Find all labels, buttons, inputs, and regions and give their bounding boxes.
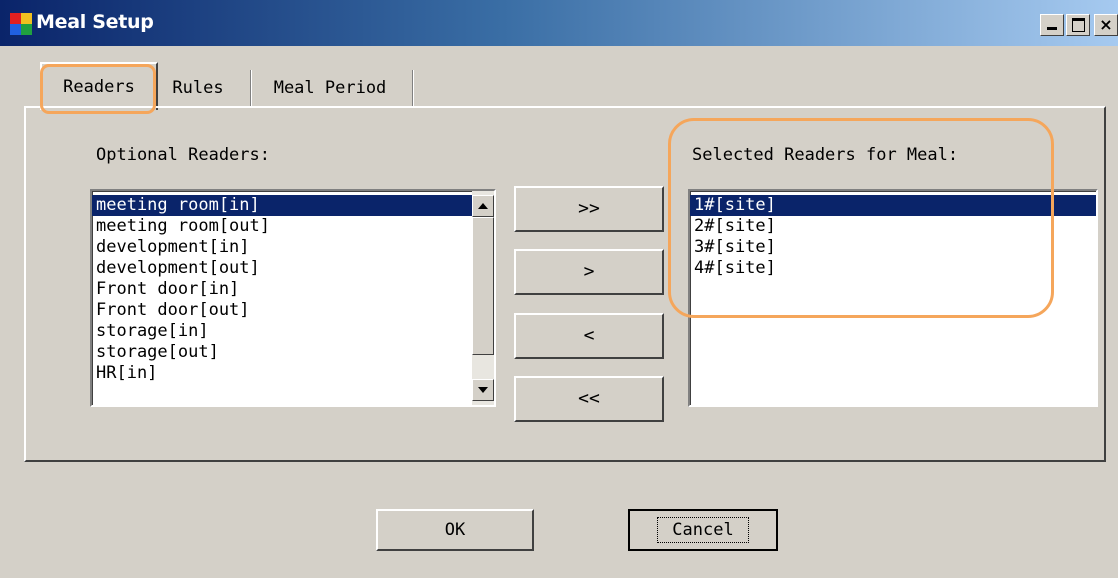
selected-readers-list[interactable]: 1#[site] 2#[site] 3#[site] 4#[site]: [688, 189, 1098, 407]
add-all-button[interactable]: >>: [514, 186, 664, 232]
list-item[interactable]: meeting room[out]: [92, 216, 494, 237]
arrow-down-icon: [478, 387, 488, 393]
list-item[interactable]: storage[out]: [92, 342, 494, 363]
optional-readers-list[interactable]: meeting room[in] meeting room[out] develop…: [90, 189, 496, 407]
add-button[interactable]: >: [514, 249, 664, 295]
list-item[interactable]: Front door[out]: [92, 300, 494, 321]
optional-readers-label: Optional Readers:: [96, 145, 270, 165]
list-item[interactable]: meeting room[in]: [92, 195, 494, 216]
list-item[interactable]: 3#[site]: [690, 237, 1096, 258]
title-bar: Meal Setup ×: [0, 0, 1118, 46]
minimize-button[interactable]: [1040, 14, 1064, 36]
list-item[interactable]: Front door[in]: [92, 279, 494, 300]
cancel-label: Cancel: [657, 517, 749, 543]
maximize-button[interactable]: [1066, 14, 1090, 36]
cancel-button[interactable]: Cancel: [628, 509, 778, 551]
tab-rules[interactable]: Rules: [167, 68, 229, 108]
list-item[interactable]: HR[in]: [92, 363, 494, 384]
scroll-up-button[interactable]: [472, 195, 494, 217]
scroll-thumb[interactable]: [472, 217, 494, 355]
list-item[interactable]: 4#[site]: [690, 258, 1096, 279]
ok-button[interactable]: OK: [376, 509, 534, 551]
tab-separator: [250, 70, 252, 106]
minimize-icon: [1047, 27, 1057, 30]
list-item[interactable]: storage[in]: [92, 321, 494, 342]
remove-all-button[interactable]: <<: [514, 376, 664, 422]
scroll-down-button[interactable]: [472, 379, 494, 401]
window-title: Meal Setup: [36, 11, 154, 33]
maximize-icon: [1071, 18, 1085, 32]
close-icon: ×: [1099, 15, 1113, 34]
list-item[interactable]: 2#[site]: [690, 216, 1096, 237]
app-icon: [10, 13, 32, 35]
list-item[interactable]: development[out]: [92, 258, 494, 279]
tab-separator: [412, 70, 414, 106]
arrow-up-icon: [478, 203, 488, 209]
remove-button[interactable]: <: [514, 313, 664, 359]
list-item[interactable]: 1#[site]: [690, 195, 1096, 216]
list-item[interactable]: development[in]: [92, 237, 494, 258]
optional-readers-scrollbar[interactable]: [472, 191, 494, 405]
tab-meal-period[interactable]: Meal Period: [262, 68, 398, 108]
selected-readers-label: Selected Readers for Meal:: [692, 145, 959, 165]
tab-readers[interactable]: Readers: [40, 62, 158, 110]
close-button[interactable]: ×: [1094, 14, 1118, 36]
